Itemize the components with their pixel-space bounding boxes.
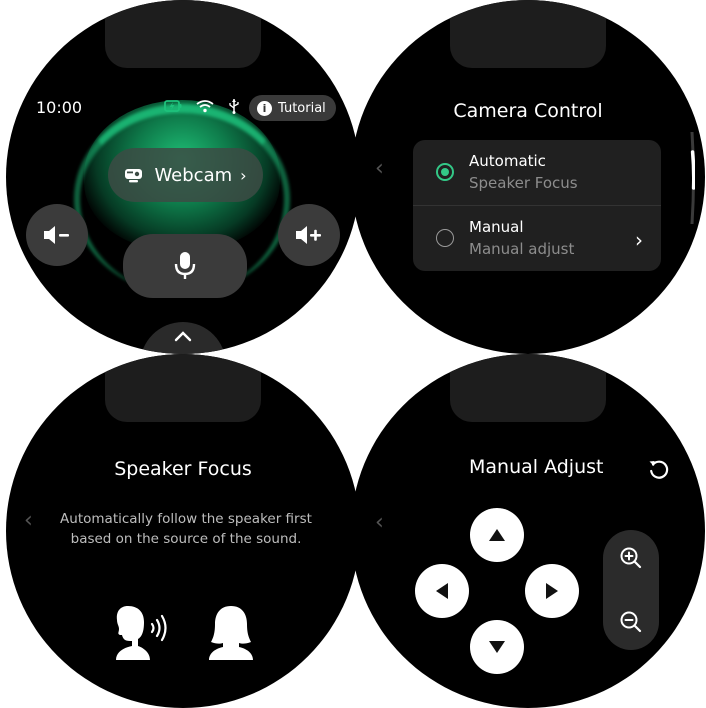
screen-notch [105,0,261,68]
option-subtitle: Speaker Focus [469,174,578,192]
status-icons [164,98,240,114]
webcam-button[interactable]: Webcam › [108,148,263,202]
volume-up-button[interactable] [278,204,340,266]
screen-notch [450,0,606,68]
option-title: Manual [469,218,524,236]
watch-screen-main: 10:00 i Tutorial Webcam › [6,0,360,354]
chevron-up-icon [174,331,192,342]
page-title: Camera Control [453,100,603,122]
wifi-icon [196,100,214,113]
watch-screen-speaker-focus: Speaker Focus ‹ Automatically follow the… [6,354,360,708]
zoom-in-icon[interactable] [619,546,643,570]
triangle-right-icon [546,583,558,599]
webcam-icon [125,169,143,183]
tutorial-button[interactable]: i Tutorial [249,95,336,121]
option-title: Automatic [469,152,546,170]
expand-up-button[interactable] [140,322,226,354]
webcam-label: Webcam [154,164,233,186]
triangle-up-icon [489,529,505,541]
option-manual[interactable]: Manual Manual adjust › [413,206,661,271]
chevron-right-icon: › [635,228,643,252]
back-chevron-icon[interactable]: ‹ [24,508,33,533]
pan-left-button[interactable] [415,564,469,618]
pan-up-button[interactable] [470,508,524,562]
option-automatic[interactable]: Automatic Speaker Focus [413,140,661,206]
screen-notch [105,354,261,422]
pan-down-button[interactable] [470,620,524,674]
radio-selected-icon[interactable] [436,163,454,181]
chevron-right-icon: › [240,165,247,185]
camera-mode-list: Automatic Speaker Focus Manual Manual ad… [413,140,661,271]
reset-icon[interactable] [647,458,671,482]
volume-up-icon [296,226,321,244]
page-title: Speaker Focus [114,458,252,480]
zoom-control [603,530,659,650]
battery-charging-icon [164,100,182,112]
volume-down-icon [44,226,69,244]
status-time: 10:00 [36,98,83,117]
zoom-out-icon[interactable] [619,610,643,634]
usb-icon [229,99,239,114]
option-subtitle: Manual adjust [469,240,575,258]
speaker-focus-description: Automatically follow the speaker first b… [60,511,312,547]
microphone-button[interactable] [123,234,247,298]
radio-unselected-icon[interactable] [436,229,454,247]
person-icon [209,606,253,660]
page-title: Manual Adjust [469,456,604,478]
tutorial-label: Tutorial [278,100,326,116]
volume-down-button[interactable] [26,204,88,266]
triangle-left-icon [436,583,448,599]
triangle-down-icon [489,641,505,653]
watch-screen-camera-control: Camera Control ‹ Automatic Speaker Focus… [351,0,705,354]
microphone-icon [174,252,196,279]
back-chevron-icon[interactable]: ‹ [375,510,384,535]
watch-screen-manual-adjust: Manual Adjust ‹ [351,354,705,708]
speaking-person-icon [116,606,167,660]
info-icon: i [257,100,272,116]
back-chevron-icon[interactable]: ‹ [375,156,384,181]
scrollbar[interactable] [689,132,695,224]
pan-right-button[interactable] [525,564,579,618]
screen-notch [450,354,606,422]
